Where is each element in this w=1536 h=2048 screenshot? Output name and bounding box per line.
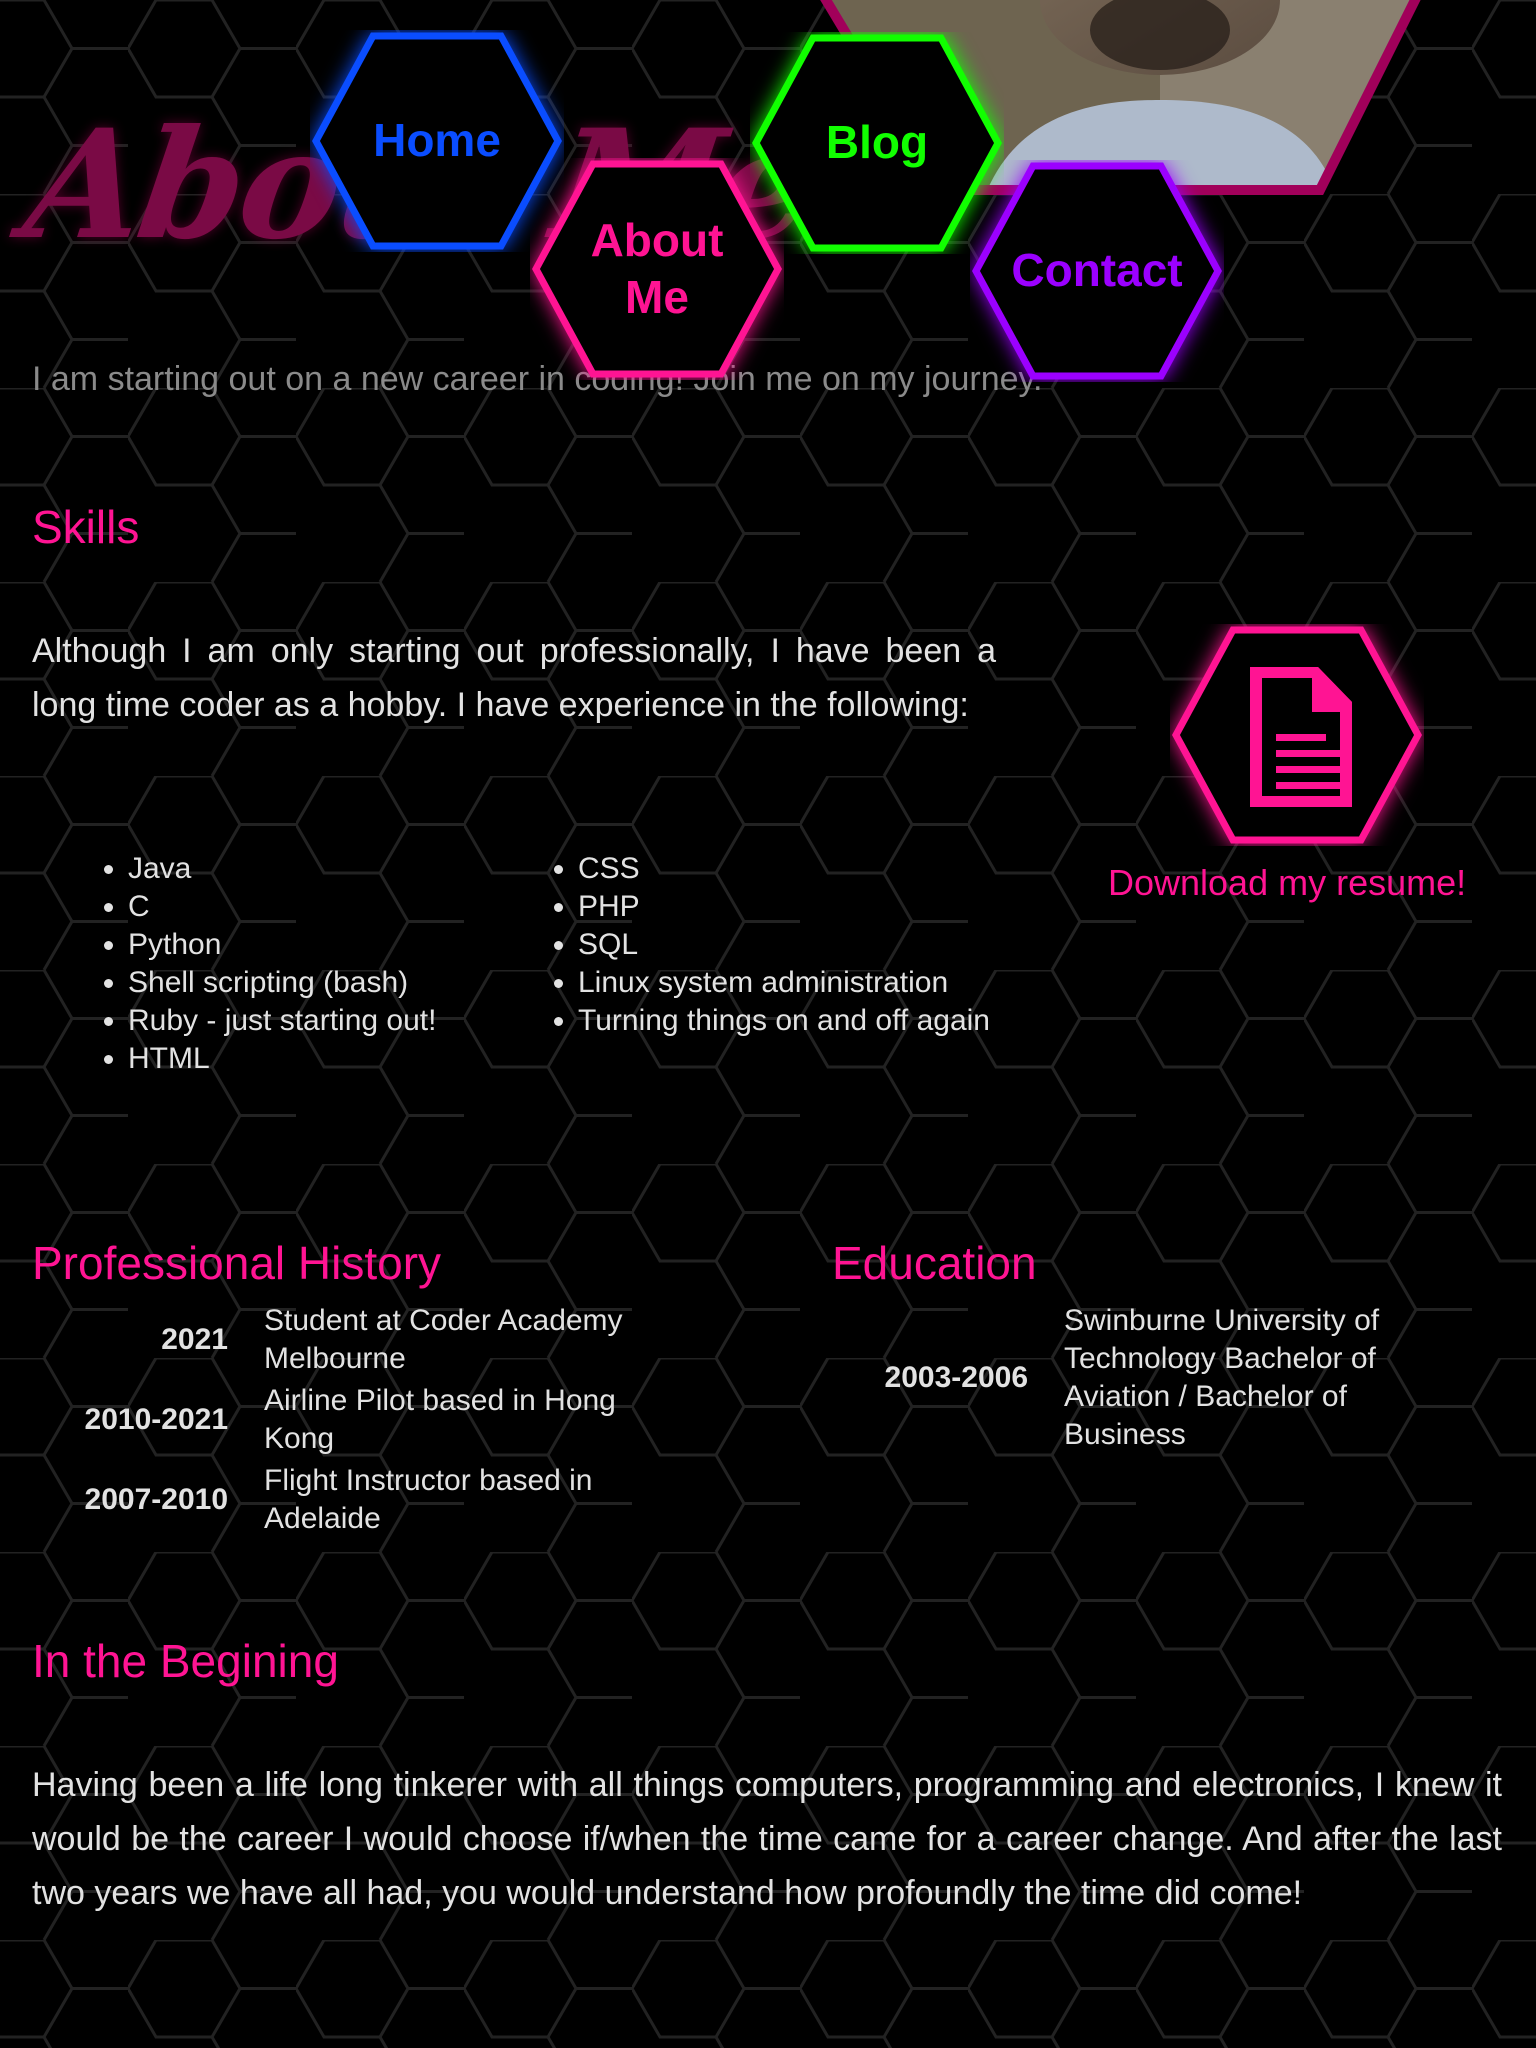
nav-home-label: Home: [373, 114, 501, 167]
education-table: 2003-2006 Swinburne University of Techno…: [866, 1300, 1426, 1456]
list-item: CSS: [578, 850, 1028, 888]
table-row: 2021 Student at Coder Academy Melbourne: [60, 1300, 660, 1380]
list-item: Turning things on and off again: [578, 1002, 1028, 1040]
skills-list-1: Java C Python Shell scripting (bash) Rub…: [32, 850, 548, 1078]
skills-list-2: CSS PHP SQL Linux system administration …: [482, 850, 1028, 1040]
table-row: 2003-2006 Swinburne University of Techno…: [866, 1300, 1426, 1456]
skills-intro: Although I am only starting out professi…: [32, 632, 996, 724]
nav-about-label: About Me: [590, 213, 724, 324]
list-item: PHP: [578, 888, 1028, 926]
history-table: 2021 Student at Coder Academy Melbourne …: [60, 1300, 660, 1540]
table-row: 2007-2010 Flight Instructor based in Ade…: [60, 1460, 660, 1540]
education-heading: Education: [832, 1237, 1037, 1289]
history-year: 2021: [161, 1323, 228, 1356]
education-year: 2003-2006: [884, 1361, 1028, 1394]
resume-download-link[interactable]: Download my resume!: [1108, 862, 1466, 904]
education-text: Swinburne University of Technology Bache…: [1064, 1304, 1380, 1451]
table-row: 2010-2021 Airline Pilot based in Hong Ko…: [60, 1380, 660, 1460]
history-text: Flight Instructor based in Adelaide: [264, 1464, 593, 1535]
resume-download-button[interactable]: [1170, 624, 1424, 846]
beginning-heading: In the Begining: [32, 1635, 339, 1687]
document-icon: [1250, 667, 1352, 807]
history-text: Student at Coder Academy Melbourne: [264, 1304, 623, 1375]
beginning-text: Having been a life long tinkerer with al…: [32, 1766, 1502, 1912]
history-year: 2010-2021: [84, 1403, 228, 1436]
nav-contact-label: Contact: [1011, 244, 1183, 297]
history-text: Airline Pilot based in Hong Kong: [264, 1384, 616, 1455]
nav-home-button[interactable]: Home: [310, 30, 564, 252]
nav-blog-label: Blog: [825, 116, 929, 169]
nav-blog-button[interactable]: Blog: [750, 32, 1004, 254]
list-item: HTML: [128, 1040, 548, 1078]
list-item: SQL: [578, 926, 1028, 964]
nav-contact-button[interactable]: Contact: [970, 160, 1224, 382]
list-item: Linux system administration: [578, 964, 1028, 1002]
history-year: 2007-2010: [84, 1483, 228, 1516]
nav-about-button[interactable]: About Me: [530, 158, 784, 380]
skills-heading: Skills: [32, 501, 140, 553]
history-heading: Professional History: [32, 1237, 442, 1289]
